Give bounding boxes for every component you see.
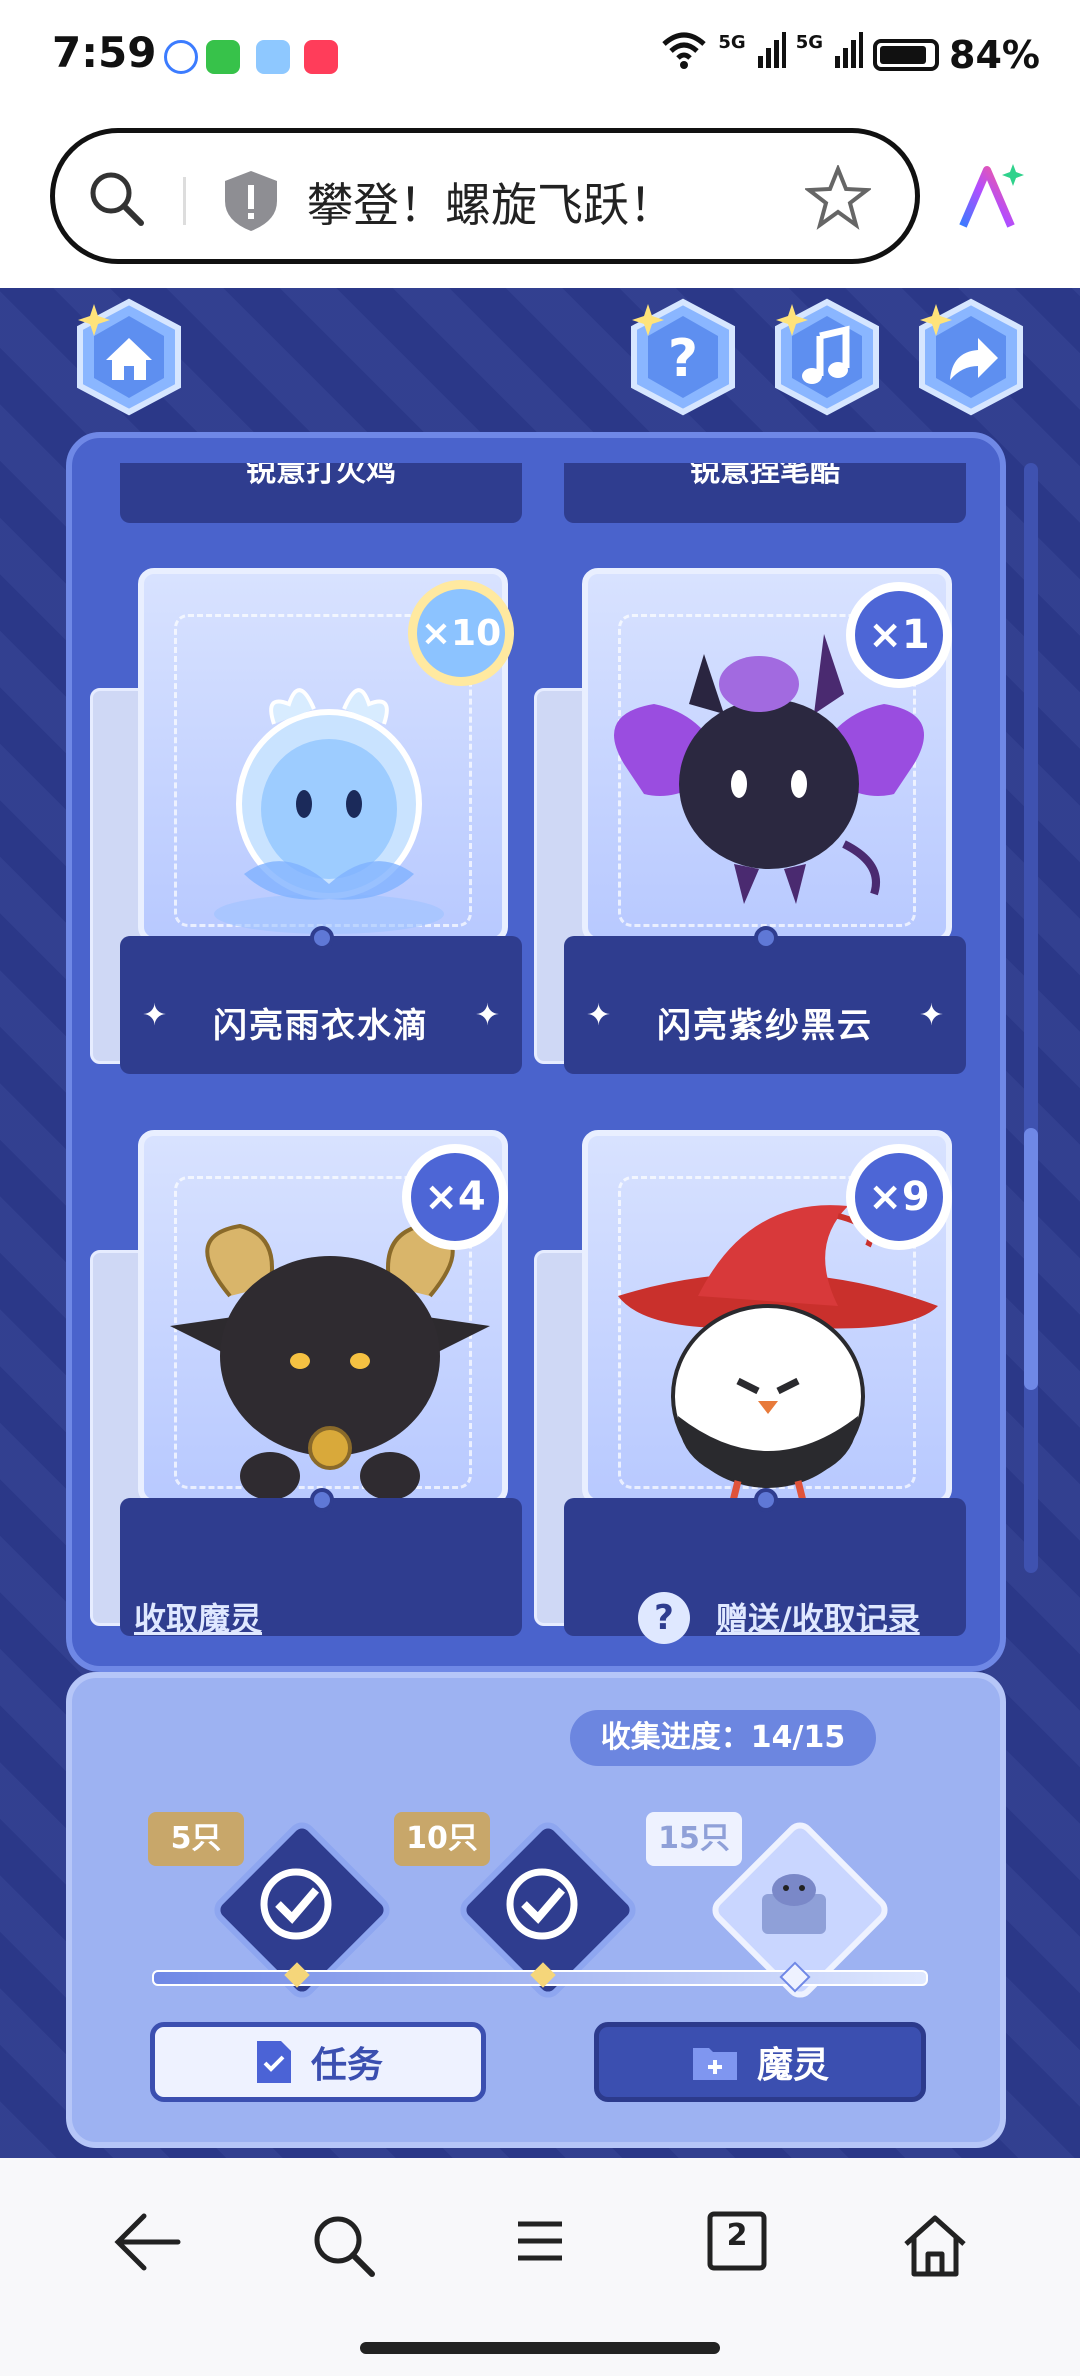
wifi-icon bbox=[660, 30, 708, 79]
shopping-app-icon bbox=[304, 40, 338, 74]
status-indicators: 5G 5G 84% bbox=[660, 30, 1040, 79]
shield-icon[interactable] bbox=[223, 169, 279, 237]
gift-box-icon bbox=[762, 1874, 826, 1934]
progress-value: 14/15 bbox=[750, 1720, 846, 1755]
status-bar: 7:59 5G 5G 84% bbox=[0, 0, 1080, 120]
milestone-tag-15: 15只 bbox=[646, 1812, 742, 1866]
gift-records-link[interactable]: 赠送/收取记录 bbox=[716, 1594, 920, 1640]
signal-2-label: 5G bbox=[795, 32, 824, 53]
signal-1-label: 5G bbox=[718, 32, 746, 53]
search-icon[interactable] bbox=[308, 2210, 378, 2284]
raindrop-spirit-image bbox=[214, 688, 444, 934]
spirit-button-label: 魔灵 bbox=[756, 2045, 829, 2086]
signal-bars-2-icon bbox=[833, 32, 864, 77]
check-icon bbox=[506, 1868, 578, 1940]
cloud-app-icon bbox=[256, 40, 290, 74]
ai-assistant-icon[interactable] bbox=[955, 160, 1027, 236]
records-help-icon[interactable]: ? bbox=[638, 1592, 690, 1644]
battery-icon bbox=[873, 38, 940, 71]
svg-text:?: ? bbox=[668, 329, 698, 389]
spirit-card-4[interactable]: ×9 bbox=[534, 1130, 966, 1636]
milestone-tag-5: 5只 bbox=[148, 1812, 244, 1866]
spirit-button[interactable]: 魔灵 bbox=[594, 2022, 926, 2102]
address-bar[interactable]: 攀登！螺旋飞跃！ bbox=[50, 128, 920, 264]
signal-bars-1-icon bbox=[756, 32, 786, 77]
music-button[interactable] bbox=[768, 298, 886, 416]
top-card-label-2: 锐意捏笔酷 bbox=[564, 463, 966, 523]
count-badge-text: ×1 bbox=[855, 591, 943, 679]
back-arrow-icon[interactable] bbox=[110, 2210, 184, 2278]
star-icon[interactable] bbox=[803, 163, 873, 235]
spirit-card-3[interactable]: ×4 bbox=[90, 1130, 522, 1636]
menu-icon[interactable] bbox=[510, 2216, 570, 2270]
home-button[interactable] bbox=[70, 298, 188, 416]
panel-scrollbar-thumb[interactable] bbox=[1024, 1128, 1038, 1390]
card-label: ✦ 闪亮紫纱黑云 ✦ bbox=[564, 926, 966, 1074]
count-badge-text: ×9 bbox=[855, 1153, 943, 1241]
battery-percent: 84% bbox=[949, 32, 1040, 77]
count-badge: ×9 bbox=[846, 1144, 952, 1250]
home-indicator bbox=[360, 2342, 720, 2354]
share-button[interactable] bbox=[912, 298, 1030, 416]
message-app-icon bbox=[206, 40, 240, 74]
card-name: 闪亮紫纱黑云 bbox=[657, 1006, 873, 1046]
check-icon bbox=[260, 1868, 332, 1940]
status-time: 7:59 bbox=[52, 28, 157, 77]
folder-add-icon bbox=[692, 2048, 737, 2080]
progress-label: 收集进度： bbox=[600, 1720, 751, 1755]
search-icon[interactable] bbox=[85, 167, 149, 235]
task-button[interactable]: 任务 bbox=[150, 2022, 486, 2102]
top-card-label-1: 锐意打火鸡 bbox=[120, 463, 522, 523]
task-doc-icon bbox=[256, 2041, 291, 2083]
collect-spirit-link[interactable]: 收取魔灵 bbox=[134, 1594, 262, 1640]
address-divider bbox=[183, 177, 186, 225]
milestone-tag-10: 10只 bbox=[394, 1812, 490, 1866]
count-badge-text: ×4 bbox=[411, 1153, 499, 1241]
collection-progress: 收集进度：14/15 bbox=[570, 1710, 876, 1766]
count-badge-text: ×10 bbox=[417, 589, 505, 677]
home-icon[interactable] bbox=[900, 2210, 970, 2284]
spirit-card-2[interactable]: ×1 ✦ 闪亮紫纱黑云 ✦ bbox=[534, 568, 966, 1074]
task-button-label: 任务 bbox=[310, 2045, 383, 2086]
tabs-button[interactable]: 2 bbox=[706, 2210, 768, 2276]
help-button[interactable]: ? bbox=[624, 298, 742, 416]
spirit-card-1[interactable]: ×10 ✦ 闪亮雨衣水滴 ✦ bbox=[90, 568, 522, 1074]
count-badge: ×10 bbox=[408, 580, 514, 686]
tab-count: 2 bbox=[726, 2218, 748, 2253]
card-name: 闪亮雨衣水滴 bbox=[213, 1006, 429, 1046]
card-label: ✦ 闪亮雨衣水滴 ✦ bbox=[120, 926, 522, 1074]
game-area: ? 锐意打火鸡 锐意捏笔酷 ×10 ✦ 闪亮雨衣水滴 ✦ ×1 ✦ 闪亮紫纱黑云… bbox=[0, 288, 1080, 2158]
map-app-icon bbox=[164, 40, 198, 74]
count-badge: ×4 bbox=[402, 1144, 508, 1250]
panel-scrollbar[interactable] bbox=[1024, 463, 1038, 1573]
page-title: 攀登！螺旋飞跃！ bbox=[307, 178, 675, 232]
count-badge: ×1 bbox=[846, 582, 952, 688]
